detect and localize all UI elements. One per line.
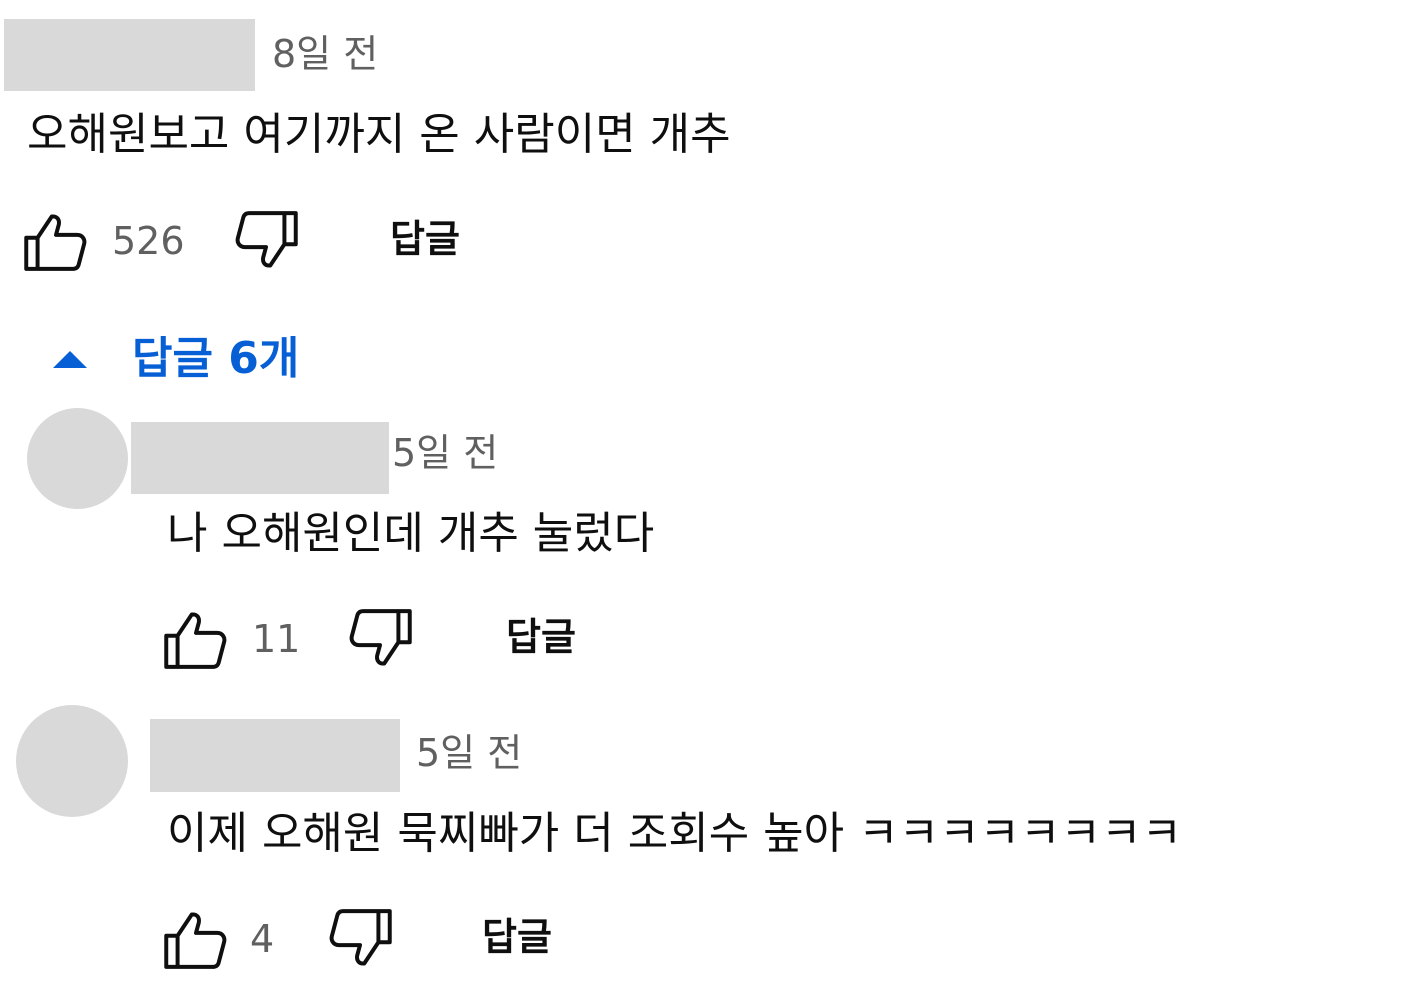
reply-text: 나 오해원인데 개추 눌렀다 (167, 508, 655, 559)
author-name-redacted[interactable] (150, 719, 400, 792)
reply-button[interactable]: 답글 (390, 220, 460, 258)
dislike-button[interactable] (346, 604, 414, 672)
dislike-button[interactable] (232, 206, 300, 274)
reply-text: 이제 오해원 묵찌빠가 더 조회수 높아 ㅋㅋㅋㅋㅋㅋㅋㅋ (167, 808, 1182, 859)
comment-text: 오해원보고 여기까지 온 사람이면 개추 (27, 109, 731, 160)
like-count: 4 (250, 917, 275, 961)
thumbs-down-icon (235, 211, 298, 268)
thumbs-up-icon (164, 912, 227, 969)
reply-timestamp[interactable]: 5일 전 (392, 434, 498, 472)
avatar[interactable] (27, 408, 128, 509)
author-name-redacted[interactable] (131, 422, 389, 494)
replies-toggle-label: 답글 6개 (132, 333, 300, 384)
dislike-button[interactable] (326, 904, 394, 972)
reply-button[interactable]: 답글 (506, 618, 576, 656)
comment-timestamp[interactable]: 8일 전 (272, 35, 378, 73)
thumbs-down-icon (329, 909, 392, 966)
caret-up-icon (53, 351, 87, 368)
avatar[interactable] (16, 705, 128, 817)
thumbs-down-icon (349, 609, 412, 666)
like-count: 526 (112, 219, 185, 263)
replies-toggle[interactable]: 답글 6개 (50, 337, 299, 381)
thumbs-up-icon (24, 214, 87, 271)
author-name-redacted[interactable] (4, 19, 255, 91)
reply-button[interactable]: 답글 (482, 918, 552, 956)
like-count: 11 (252, 617, 301, 661)
like-button[interactable] (162, 606, 230, 674)
thumbs-up-icon (164, 612, 227, 669)
like-button[interactable] (22, 208, 90, 276)
like-button[interactable] (162, 906, 230, 974)
reply-timestamp[interactable]: 5일 전 (416, 734, 522, 772)
